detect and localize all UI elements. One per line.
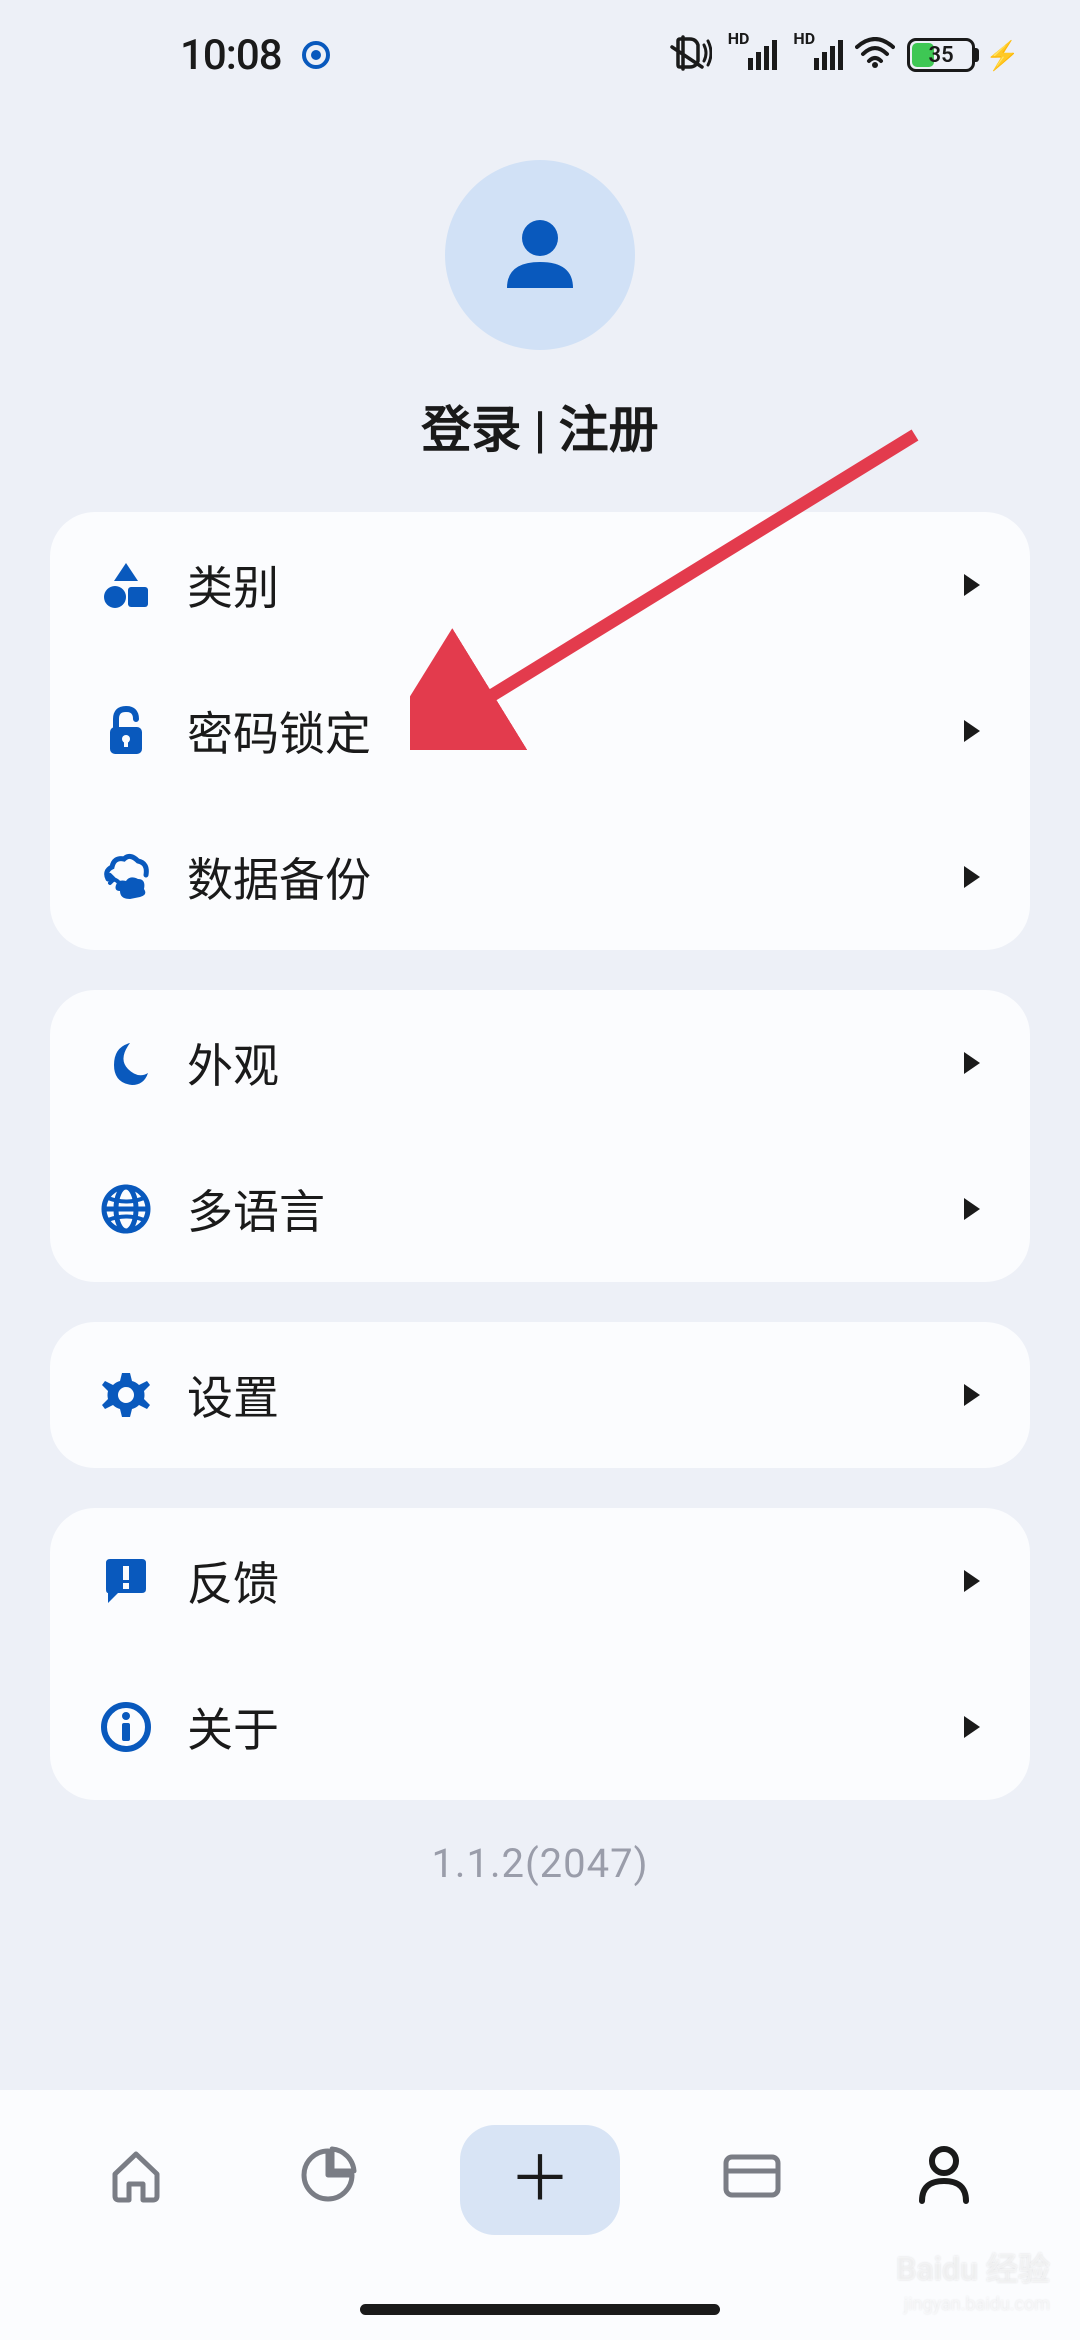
nav-card[interactable] [692,2125,812,2225]
settings-item-password-lock[interactable]: 密码锁定 [50,658,1030,804]
vibrate-icon [668,33,712,77]
plus-icon: ＋ [509,2149,571,2211]
version-text: 1.1.2(2047) [50,1840,1030,1887]
settings-label: 多语言 [187,1176,964,1242]
backup-icon [100,851,152,903]
settings-item-data-backup[interactable]: 数据备份 [50,804,1030,950]
home-icon [105,2144,167,2206]
login-register-button[interactable]: 登录 | 注册 [421,390,658,462]
settings-item-appearance[interactable]: 外观 [50,990,1030,1136]
nav-profile[interactable] [884,2125,1004,2225]
card-icon [720,2149,784,2201]
chevron-right-icon [964,1384,980,1406]
chevron-right-icon [964,720,980,742]
category-icon [100,559,152,611]
settings-item-settings[interactable]: 设置 [50,1322,1030,1468]
nav-add[interactable]: ＋ [460,2125,620,2235]
chevron-right-icon [964,1052,980,1074]
app-notification-icon [302,41,330,69]
person-icon [916,2145,972,2205]
settings-label: 关于 [187,1694,964,1760]
settings-label: 密码锁定 [187,698,964,764]
status-time: 10:08 [180,31,282,80]
gear-icon [100,1369,152,1421]
chevron-right-icon [964,1198,980,1220]
globe-icon [100,1183,152,1235]
avatar[interactable] [445,160,635,350]
person-icon [495,210,585,300]
nav-home[interactable] [76,2125,196,2225]
info-icon [100,1701,152,1753]
status-bar: 10:08 HD HD 35 [0,0,1080,100]
pie-chart-icon [298,2145,358,2205]
wifi-icon [855,37,895,73]
status-right: HD HD 35 ⚡ [668,33,1020,77]
chevron-right-icon [964,574,980,596]
home-indicator[interactable] [360,2304,720,2315]
signal-1-icon: HD [724,40,778,70]
settings-item-feedback[interactable]: 反馈 [50,1508,1030,1654]
chevron-right-icon [964,866,980,888]
settings-content: 类别 密码锁定 数据备份 外观 [0,512,1080,1887]
chevron-right-icon [964,1570,980,1592]
moon-icon [100,1037,152,1089]
watermark: Baidu 经验 [896,2244,1050,2290]
nav-stats[interactable] [268,2125,388,2225]
settings-group-4: 反馈 关于 [50,1508,1030,1800]
signal-2-icon: HD [789,40,843,70]
status-left: 10:08 [180,31,330,80]
profile-section: 登录 | 注册 [0,100,1080,512]
feedback-icon [100,1555,152,1607]
settings-label: 设置 [187,1362,964,1428]
settings-item-language[interactable]: 多语言 [50,1136,1030,1282]
settings-label: 反馈 [187,1548,964,1614]
battery-icon: 35 ⚡ [907,38,1020,72]
settings-label: 外观 [187,1030,964,1096]
settings-group-2: 外观 多语言 [50,990,1030,1282]
settings-item-category[interactable]: 类别 [50,512,1030,658]
settings-group-1: 类别 密码锁定 数据备份 [50,512,1030,950]
settings-label: 数据备份 [187,844,964,910]
settings-label: 类别 [187,552,964,618]
chevron-right-icon [964,1716,980,1738]
watermark-sub: jingyan.baidu.com [904,2294,1050,2315]
settings-group-3: 设置 [50,1322,1030,1468]
settings-item-about[interactable]: 关于 [50,1654,1030,1800]
lock-open-icon [100,705,152,757]
